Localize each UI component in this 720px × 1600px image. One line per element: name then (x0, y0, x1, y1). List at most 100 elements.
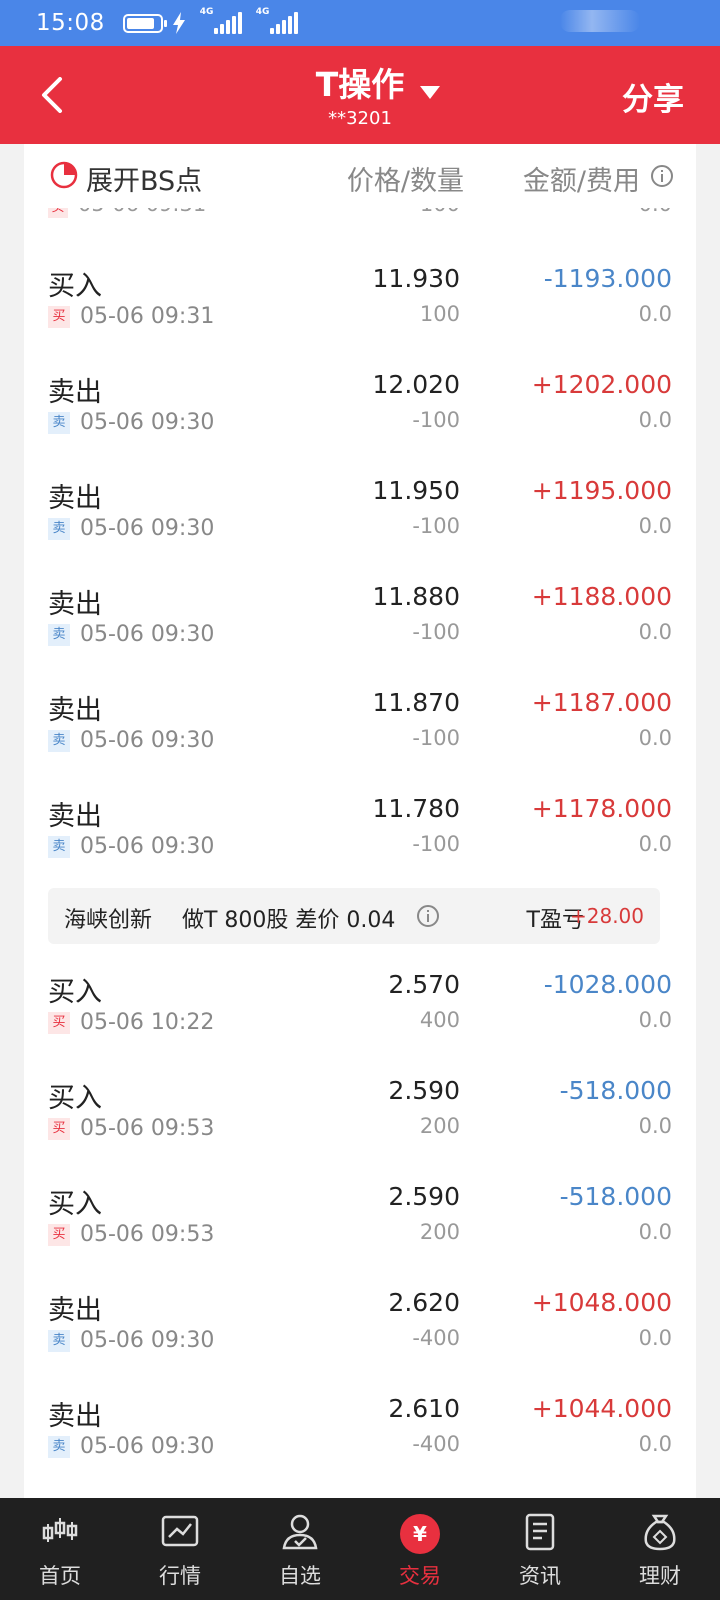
trade-row[interactable]: 卖出卖 05-06 09:30 11.870 -100 +1187.000 0.0 (24, 670, 696, 776)
trade-time: 05-06 09:30 (80, 1328, 215, 1353)
trade-price: 2.590 (388, 1076, 460, 1105)
trade-time: 05-06 09:30 (80, 728, 215, 753)
dropdown-caret-icon[interactable] (420, 86, 440, 99)
info-icon[interactable] (416, 904, 440, 928)
trade-type: 买入 (48, 1189, 102, 1220)
tab-label: 首页 (39, 1564, 81, 1588)
tab-person-check[interactable]: 自选 (240, 1498, 360, 1600)
sell-badge: 卖 (48, 412, 70, 434)
sell-badge: 卖 (48, 1330, 70, 1352)
network-1-label: 4G (199, 7, 214, 17)
tab-candlestick[interactable]: 首页 (0, 1498, 120, 1600)
stock-name: 海峡创新 (64, 908, 153, 933)
tab-document[interactable]: 资讯 (480, 1498, 600, 1600)
trade-type: 卖出 (48, 589, 102, 620)
trade-row[interactable]: 卖出卖 05-06 09:30 2.610 -400 +1044.000 0.0 (24, 1376, 696, 1482)
trade-amount: -518.000 (559, 1076, 672, 1105)
trade-qty: -100 (412, 832, 460, 856)
trade-row[interactable]: 卖出卖 05-06 09:30 12.020 -100 +1202.000 0.0 (24, 352, 696, 458)
trade-row[interactable]: 买入买 05-06 09:31 11.930 100 -1193.000 0.0 (24, 246, 696, 352)
trade-amount: +1202.000 (531, 370, 672, 399)
tab-market-chart[interactable]: 行情 (120, 1498, 240, 1600)
buy-badge: 买 (48, 1224, 70, 1246)
trade-row[interactable]: 卖出卖 05-06 09:30 11.780 -100 +1178.000 0.0 (24, 776, 696, 882)
trade-price: 11.880 (372, 582, 460, 611)
trade-fee: 0.0 (638, 832, 672, 856)
trade-fee: 0.0 (638, 1008, 672, 1032)
t-description: 做T 800股 差价 0.04 (182, 908, 396, 933)
pie-chart-icon[interactable] (50, 161, 78, 189)
trade-time: 05-06 09:30 (80, 410, 215, 435)
trade-fee: 0.0 (638, 1326, 672, 1350)
trade-price: 11.870 (372, 688, 460, 717)
sell-badge: 卖 (48, 836, 70, 858)
person-check-icon (282, 1514, 318, 1550)
signal-2-icon: 4G (256, 7, 298, 34)
trade-amount: +1195.000 (531, 476, 672, 505)
charging-bolt-icon (172, 12, 185, 34)
sell-badge: 卖 (48, 730, 70, 752)
trade-type: 买入 (48, 271, 102, 302)
bottom-tab-bar: 首页 行情 自选 ¥ 交易 资讯 理财 (0, 1498, 720, 1600)
trade-amount: +1187.000 (531, 688, 672, 717)
trade-price: 11.780 (372, 794, 460, 823)
trade-qty: 200 (419, 1114, 460, 1138)
trade-row[interactable]: 卖出卖 05-06 09:30 11.950 -100 +1195.000 0.0 (24, 458, 696, 564)
trade-amount: +1178.000 (531, 794, 672, 823)
battery-icon (122, 13, 167, 33)
signal-1-icon: 4G (200, 7, 242, 34)
network-2-label: 4G (255, 7, 270, 17)
market-chart-icon (161, 1515, 199, 1547)
trade-price: 11.930 (372, 264, 460, 293)
trade-price: 2.590 (388, 1182, 460, 1211)
trade-time: 05-06 09:53 (80, 1222, 215, 1247)
trade-amount: -518.000 (559, 1182, 672, 1211)
t-pl-value: +28.00 (569, 904, 644, 928)
info-icon[interactable] (650, 164, 674, 188)
trade-qty: -100 (412, 408, 460, 432)
trade-qty: 100 (419, 302, 460, 326)
trade-row[interactable]: 卖出卖 05-06 09:30 11.880 -100 +1188.000 0.0 (24, 564, 696, 670)
tab-yen[interactable]: ¥ 交易 (360, 1498, 480, 1600)
trade-qty: 200 (419, 1220, 460, 1244)
trade-qty: -100 (412, 514, 460, 538)
trade-time: 05-06 09:30 (80, 1434, 215, 1459)
tab-label: 行情 (159, 1564, 201, 1588)
trade-row[interactable]: 买入买 05-06 09:53 2.590 200 -518.000 0.0 (24, 1058, 696, 1164)
trade-fee: 0.0 (638, 620, 672, 644)
trade-type: 买入 (48, 977, 102, 1008)
trade-time: 05-06 09:31 (80, 304, 215, 329)
trade-type: 卖出 (48, 801, 102, 832)
tab-label: 自选 (279, 1564, 321, 1588)
trade-time: 05-06 10:22 (80, 1010, 215, 1035)
trade-list-card: 买 05-06 09:31 100 0.0 展开BS点 价格/数量 金额/费用 … (24, 144, 696, 1498)
buy-badge: 买 (48, 1012, 70, 1034)
trade-fee: 0.0 (638, 302, 672, 326)
buy-badge: 买 (48, 1118, 70, 1140)
share-button[interactable]: 分享 (622, 74, 684, 119)
tab-money-bag[interactable]: 理财 (600, 1498, 720, 1600)
trade-fee: 0.0 (638, 514, 672, 538)
trade-fee: 0.0 (638, 1114, 672, 1138)
trade-price: 2.620 (388, 1288, 460, 1317)
expand-bs-toggle[interactable]: 展开BS点 (86, 159, 202, 198)
trade-time: 05-06 09:30 (80, 516, 215, 541)
page-title[interactable]: T操作 (316, 58, 405, 106)
trade-type: 买入 (48, 1083, 102, 1114)
trade-row[interactable]: 买入买 05-06 10:22 2.570 400 -1028.000 0.0 (24, 952, 696, 1058)
trade-price: 11.950 (372, 476, 460, 505)
t-summary-bar[interactable]: 海峡创新 做T 800股 差价 0.04 T盈亏 +28.00 (48, 888, 660, 944)
amount-fee-header: 金额/费用 (522, 166, 640, 197)
trade-qty: -100 (412, 620, 460, 644)
trade-time: 05-06 09:30 (80, 622, 215, 647)
trade-qty: -400 (412, 1432, 460, 1456)
trade-row[interactable]: 卖出卖 05-06 09:30 2.620 -400 +1048.000 0.0 (24, 1270, 696, 1376)
tab-label: 资讯 (519, 1564, 561, 1588)
trade-row[interactable]: 买入买 05-06 09:53 2.590 200 -518.000 0.0 (24, 1164, 696, 1270)
trade-amount: -1193.000 (543, 264, 672, 293)
title-wrap[interactable]: T操作 (0, 58, 720, 106)
battery-fill (126, 17, 154, 29)
price-qty-header: 价格/数量 (346, 166, 464, 197)
trade-amount: +1048.000 (531, 1288, 672, 1317)
trade-fee: 0.0 (638, 726, 672, 750)
